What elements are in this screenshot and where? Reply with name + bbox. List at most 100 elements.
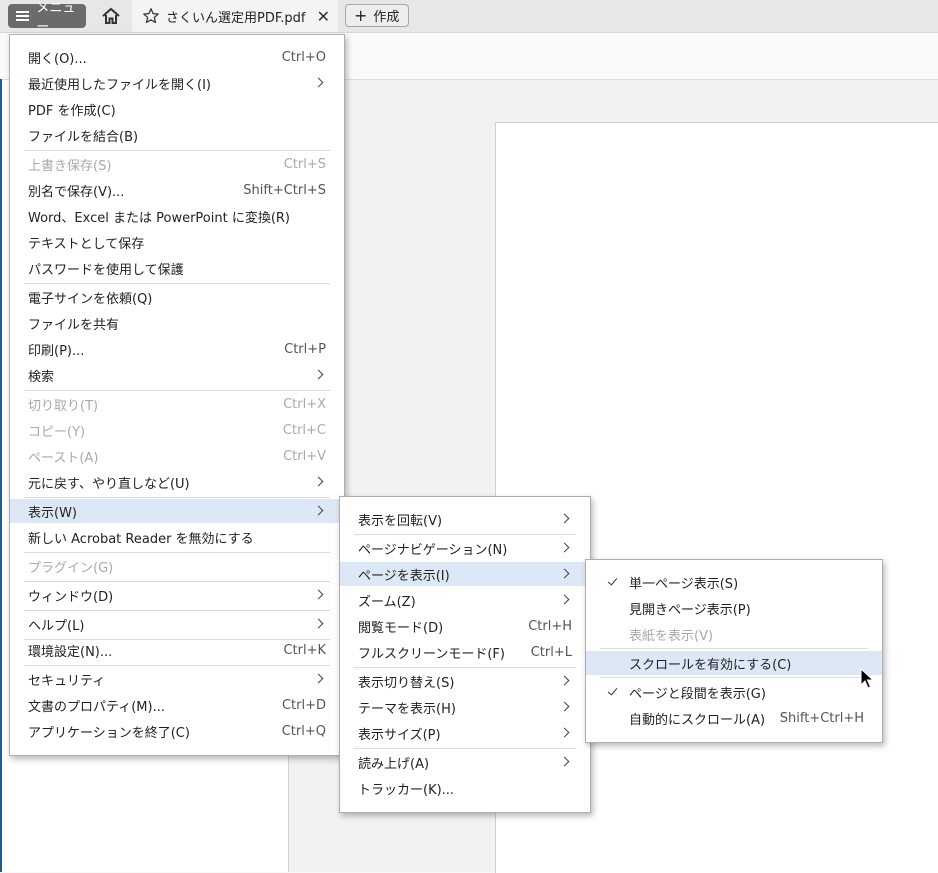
main-menu-item-26[interactable]: アプリケーションを終了(C) Ctrl+Q [10,719,344,743]
main-menu-item-11[interactable]: ファイルを共有 [10,311,344,335]
menu-button[interactable]: メニュー [8,1,86,35]
chevron-right-icon [559,594,570,605]
menu-separator [24,552,330,553]
menu-separator [600,677,868,678]
create-button[interactable]: + 作成 [345,4,409,27]
menu-item-label: 表示サイズ(P) [358,727,441,743]
chevron-right-icon [559,727,570,738]
main-menu-item-4[interactable]: ファイルを結合(B) [10,123,344,147]
menu-item-shortcut: Ctrl+X [283,396,326,412]
menu-item-label: 元に戻す、やり直しなど(U) [28,476,190,492]
checkmark-icon [607,575,618,586]
menu-item-shortcut: Ctrl+Q [281,723,326,739]
main-menu-item-21[interactable]: ウィンドウ(D) [10,583,344,607]
chevron-right-icon [313,673,324,684]
menu-item-shortcut: Ctrl+H [528,618,572,634]
main-menu-item-10[interactable]: 電子サインを依頼(Q) [10,285,344,309]
menu-item-label: フルスクリーンモード(F) [358,646,505,662]
main-menu-item-8[interactable]: テキストとして保存 [10,230,344,254]
menu-item-shortcut: Ctrl+V [283,448,326,464]
menu-item-label: 検索 [28,369,55,385]
main-menu-item-12[interactable]: 印刷(P)... Ctrl+P [10,337,344,361]
menu-item-label: テキストとして保存 [28,236,145,252]
menu-button-label: メニュー [36,1,76,35]
menu-item-label: セキュリティ [28,673,106,689]
view-menu-item-7[interactable]: 表示切り替え(S) [340,669,590,693]
page-menu-item-3: 表紙を表示(V) [586,622,882,646]
page-menu-item-6[interactable]: 自動的にスクロール(A) Shift+Ctrl+H [586,706,882,730]
main-menu-item-19[interactable]: 新しい Acrobat Reader を無効にする [10,525,344,549]
tab-title: さくいん選定用PDF.pdf [166,10,306,26]
chevron-right-icon [313,77,324,88]
menu-item-label: ヘルプ(L) [28,618,85,634]
view-menu-item-5[interactable]: 閲覧モード(D) Ctrl+H [340,614,590,638]
menu-item-label: ファイルを結合(B) [28,129,139,145]
main-menu-item-17[interactable]: 元に戻す、やり直しなど(U) [10,470,344,494]
menu-item-label: 切り取り(T) [28,398,99,414]
view-menu-item-8[interactable]: テーマを表示(H) [340,695,590,719]
checkmark-icon [607,685,618,696]
menu-item-shortcut: Shift+Ctrl+S [243,182,326,198]
menu-separator [24,390,330,391]
menu-separator [24,283,330,284]
menu-item-label: 上書き保存(S) [28,158,112,174]
page-menu-item-2[interactable]: 見開きページ表示(P) [586,596,882,620]
view-menu-item-4[interactable]: ズーム(Z) [340,588,590,612]
main-menu-item-13[interactable]: 検索 [10,363,344,387]
main-menu-item-1[interactable]: 開く(O)... Ctrl+O [10,45,344,69]
menu-item-shortcut: Ctrl+L [530,644,572,660]
menu-item-label: パスワードを使用して保護 [28,262,184,278]
chevron-right-icon [559,542,570,553]
view-submenu: 表示を回転(V) ページナビゲーション(N) ページを表示(I) ズーム(Z) 閲覧モー… [339,496,591,813]
menu-item-label: プラグイン(G) [28,560,114,576]
main-menu-item-3[interactable]: PDF を作成(C) [10,97,344,121]
view-menu-item-1[interactable]: 表示を回転(V) [340,507,590,531]
menu-item-label: トラッカー(K)... [358,782,455,798]
menu-separator [600,648,868,649]
menu-item-label: 印刷(P)... [28,343,85,359]
menu-item-label: 単一ページ表示(S) [629,576,739,592]
document-tab[interactable]: さくいん選定用PDF.pdf ✕ [132,0,338,32]
main-menu: 開く(O)... Ctrl+O 最近使用したファイルを開く(I) PDF を作成(C)… [9,34,345,756]
view-menu-item-11[interactable]: トラッカー(K)... [340,776,590,800]
view-menu-item-2[interactable]: ページナビゲーション(N) [340,536,590,560]
menu-separator [24,150,330,151]
close-tab-icon[interactable]: ✕ [317,7,330,26]
menu-item-shortcut: Shift+Ctrl+H [779,710,864,726]
view-menu-item-6[interactable]: フルスクリーンモード(F) Ctrl+L [340,640,590,664]
menu-item-shortcut: Ctrl+D [281,697,326,713]
main-menu-item-7[interactable]: Word、Excel または PowerPoint に変換(R) [10,204,344,228]
menu-item-label: スクロールを有効にする(C) [629,657,792,673]
main-menu-item-22[interactable]: ヘルプ(L) [10,612,344,636]
main-menu-item-2[interactable]: 最近使用したファイルを開く(I) [10,71,344,95]
main-menu-item-6[interactable]: 別名で保存(V)... Shift+Ctrl+S [10,178,344,202]
view-menu-item-3[interactable]: ページを表示(I) [340,562,590,586]
page-menu-item-1[interactable]: 単一ページ表示(S) [586,570,882,594]
menu-item-label: 別名で保存(V)... [28,184,125,200]
main-menu-item-18[interactable]: 表示(W) [10,499,344,523]
menu-item-label: ファイルを共有 [28,317,120,333]
main-menu-item-9[interactable]: パスワードを使用して保護 [10,256,344,280]
chevron-right-icon [559,568,570,579]
main-menu-item-23[interactable]: 環境設定(N)... Ctrl+K [10,638,344,662]
menu-item-label: 自動的にスクロール(A) [629,712,766,728]
menu-item-label: アプリケーションを終了(C) [28,725,190,741]
menu-item-label: 見開きページ表示(P) [629,602,751,618]
view-menu-item-9[interactable]: 表示サイズ(P) [340,721,590,745]
menu-item-label: 新しい Acrobat Reader を無効にする [28,531,254,547]
menu-item-label: 電子サインを依頼(Q) [28,291,153,307]
page-display-submenu: 単一ページ表示(S) 見開きページ表示(P) 表紙を表示(V) スクロールを有効にする… [585,559,883,743]
main-menu-item-24[interactable]: セキュリティ [10,667,344,691]
page-menu-item-4[interactable]: スクロールを有効にする(C) [586,651,882,675]
menu-item-label: 表紙を表示(V) [629,628,714,644]
home-icon[interactable] [100,6,122,26]
menu-separator [24,639,330,640]
menu-item-label: 開く(O)... [28,51,87,67]
main-menu-item-25[interactable]: 文書のプロパティ(M)... Ctrl+D [10,693,344,717]
page-menu-item-5[interactable]: ページと段間を表示(G) [586,680,882,704]
view-menu-item-10[interactable]: 読み上げ(A) [340,750,590,774]
mouse-cursor-icon [860,668,874,689]
star-icon[interactable] [142,7,160,25]
chevron-right-icon [313,589,324,600]
menu-item-label: 表示切り替え(S) [358,675,455,691]
